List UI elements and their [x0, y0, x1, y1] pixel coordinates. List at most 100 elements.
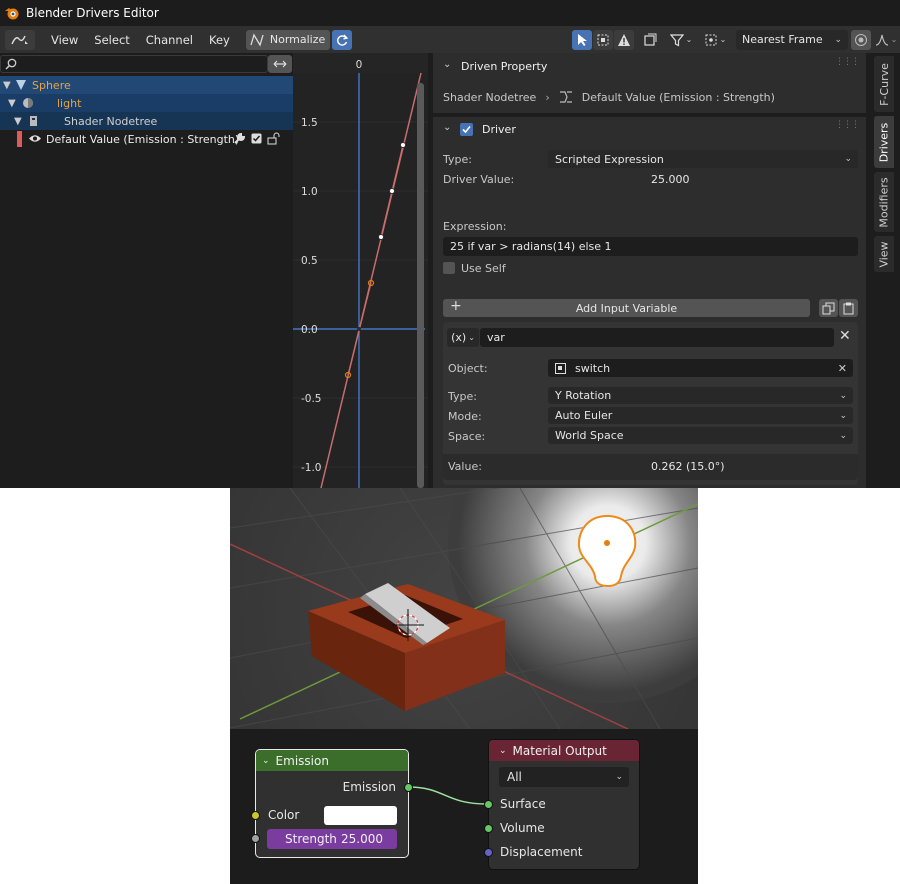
checkbox-checked-icon[interactable] — [251, 133, 262, 144]
disclosure-triangle-icon[interactable]: ▼ — [3, 80, 11, 91]
drag-handle-icon[interactable]: ⋮⋮⋮ — [835, 120, 860, 130]
displacement-input-socket[interactable] — [484, 848, 493, 857]
driver-graph-view[interactable]: 0 1.5 1.0 0.5 0.0 -0.5 -1.0 — [293, 53, 428, 488]
chevron-down-icon[interactable]: ⌄ — [262, 756, 270, 766]
emission-output-socket[interactable] — [404, 783, 413, 792]
color-swatch[interactable] — [324, 806, 397, 825]
drag-handle-icon[interactable]: ⋮⋮⋮ — [835, 57, 860, 67]
fcurve-graph[interactable]: 0 1.5 1.0 0.5 0.0 -0.5 -1.0 — [293, 53, 428, 488]
window-title: Blender Drivers Editor — [26, 6, 159, 20]
strength-input-socket[interactable] — [251, 834, 260, 843]
path-leaf: Default Value (Emission : Strength) — [581, 90, 775, 104]
editor-header: View Select Channel Key Normalize ⌄ ⌄ Ne… — [0, 26, 900, 53]
emission-node[interactable]: ⌄ Emission Emission Color Strength 25.00… — [251, 749, 413, 858]
driven-property-panel-header[interactable]: ⌄ Driven Property ⋮⋮⋮ — [438, 57, 863, 77]
driver-panel-header[interactable]: ⌄ Driver ⋮⋮⋮ — [438, 120, 863, 140]
horizontal-arrows-icon — [273, 60, 287, 68]
tab-drivers[interactable]: Drivers — [874, 116, 894, 168]
cursor-arrow-icon — [578, 33, 587, 46]
tab-view[interactable]: View — [874, 236, 894, 272]
menu-channel[interactable]: Channel — [138, 33, 201, 47]
eye-icon[interactable] — [28, 133, 42, 144]
fcurve-keyframe[interactable] — [389, 188, 395, 194]
title-bar: Blender Drivers Editor — [0, 0, 900, 26]
surface-input-socket[interactable] — [484, 800, 493, 809]
copy-variables-button[interactable] — [819, 299, 838, 317]
color-input-socket[interactable] — [251, 811, 260, 820]
expression-field[interactable]: 25 if var > radians(14) else 1 — [443, 237, 858, 256]
proportional-falloff-dropdown[interactable]: ⌄ — [872, 30, 900, 50]
tab-modifiers[interactable]: Modifiers — [874, 172, 894, 232]
expression-label: Expression: — [443, 220, 507, 233]
auto-normalize-toggle[interactable] — [331, 29, 352, 50]
drivers-sidebar: ⌄ Driven Property ⋮⋮⋮ Shader Nodetree › … — [428, 53, 871, 488]
variable-space-value: World Space — [555, 429, 624, 442]
material-output-node-header[interactable]: ⌄ Material Output — [489, 740, 639, 761]
warning-icon — [618, 33, 630, 46]
channel-row-light[interactable]: ▼ light — [0, 94, 293, 112]
fcurve-handle[interactable] — [378, 234, 384, 240]
material-output-node[interactable]: ⌄ Material Output All ⌄ Surface Volume D… — [484, 739, 640, 870]
proportional-edit-toggle[interactable] — [851, 29, 871, 50]
show-selected-toggle[interactable] — [572, 29, 592, 50]
remove-variable-icon[interactable]: ✕ — [839, 328, 851, 344]
channel-label-fcurve: Default Value (Emission : Strength) — [46, 132, 240, 146]
disclosure-triangle-icon[interactable]: ▼ — [8, 98, 16, 109]
tab-fcurve[interactable]: F-Curve — [874, 56, 894, 112]
x-axis-tick-label: 0 — [356, 59, 363, 71]
clear-object-icon[interactable]: ✕ — [838, 362, 847, 375]
filters-dropdown[interactable]: ⌄ — [666, 30, 696, 50]
variable-mode-dropdown[interactable]: Auto Euler ⌄ — [548, 407, 853, 424]
channel-region-resize-button[interactable] — [268, 55, 292, 73]
chevron-down-icon[interactable]: ⌄ — [499, 746, 507, 756]
variable-space-label: Space: — [448, 430, 486, 443]
fcurve-handle[interactable] — [400, 142, 406, 148]
variable-object-label: Object: — [448, 362, 488, 375]
add-input-variable-button[interactable]: + Add Input Variable — [443, 298, 810, 317]
fcurve-keyframe[interactable] — [357, 327, 361, 331]
only-show-errors-toggle[interactable] — [614, 29, 634, 50]
menu-select[interactable]: Select — [86, 33, 137, 47]
variable-space-dropdown[interactable]: World Space ⌄ — [548, 427, 853, 444]
channel-row-nodetree[interactable]: ▼ Shader Nodetree — [0, 112, 293, 130]
only-show-selected-toggle[interactable] — [593, 29, 613, 50]
proportional-edit-icon — [855, 33, 867, 46]
path-parent: Shader Nodetree — [443, 90, 537, 104]
render-target-dropdown[interactable]: All ⌄ — [499, 767, 629, 787]
variable-name-field[interactable]: var — [480, 328, 834, 347]
channel-search-field[interactable] — [0, 55, 268, 73]
fcurve-color-swatch — [17, 131, 22, 147]
menu-view[interactable]: View — [43, 33, 86, 47]
driver-type-dropdown[interactable]: Scripted Expression ⌄ — [548, 150, 858, 168]
unlocked-icon[interactable] — [267, 132, 281, 145]
menu-key[interactable]: Key — [201, 33, 238, 47]
disclosure-triangle-icon[interactable]: ▼ — [14, 116, 22, 127]
3d-viewport[interactable] — [230, 488, 698, 729]
channel-label-object: Sphere — [32, 78, 71, 92]
driver-enabled-checkbox[interactable] — [460, 123, 473, 136]
create-ghost-curves-button[interactable] — [640, 30, 660, 50]
variable-transform-type-label: Type: — [448, 390, 477, 403]
paste-variables-button[interactable] — [839, 299, 858, 317]
graph-scrollbar[interactable] — [417, 83, 424, 488]
variable-mode-label: Mode: — [448, 410, 482, 423]
editor-type-button[interactable] — [5, 29, 35, 50]
strength-field[interactable]: Strength 25.000 — [267, 829, 397, 849]
variable-transform-type-dropdown[interactable]: Y Rotation ⌄ — [548, 387, 853, 404]
shader-node-editor[interactable]: ⌄ Emission Emission Color Strength 25.00… — [230, 729, 698, 884]
use-self-checkbox[interactable]: Use Self — [443, 260, 563, 276]
snap-mode-dropdown[interactable]: Nearest Frame ⌄ — [736, 29, 848, 50]
emission-node-header[interactable]: ⌄ Emission — [256, 750, 408, 771]
variable-type-dropdown[interactable]: (x) ⌄ — [447, 328, 479, 347]
wrench-icon[interactable] — [233, 133, 245, 145]
chevron-down-icon: ⌄ — [839, 410, 847, 421]
refresh-icon — [336, 34, 349, 46]
checkbox-box — [443, 262, 455, 274]
volume-input-socket[interactable] — [484, 824, 493, 833]
channel-row-object[interactable]: ▼ Sphere — [0, 76, 293, 94]
channel-row-fcurve[interactable]: Default Value (Emission : Strength) — [0, 130, 293, 148]
pivot-point-dropdown[interactable]: ⌄ — [700, 30, 730, 50]
driven-property-path: Shader Nodetree › Default Value (Emissio… — [443, 89, 863, 105]
normalize-button[interactable]: Normalize — [245, 29, 330, 50]
variable-object-field[interactable]: switch ✕ — [548, 359, 853, 377]
